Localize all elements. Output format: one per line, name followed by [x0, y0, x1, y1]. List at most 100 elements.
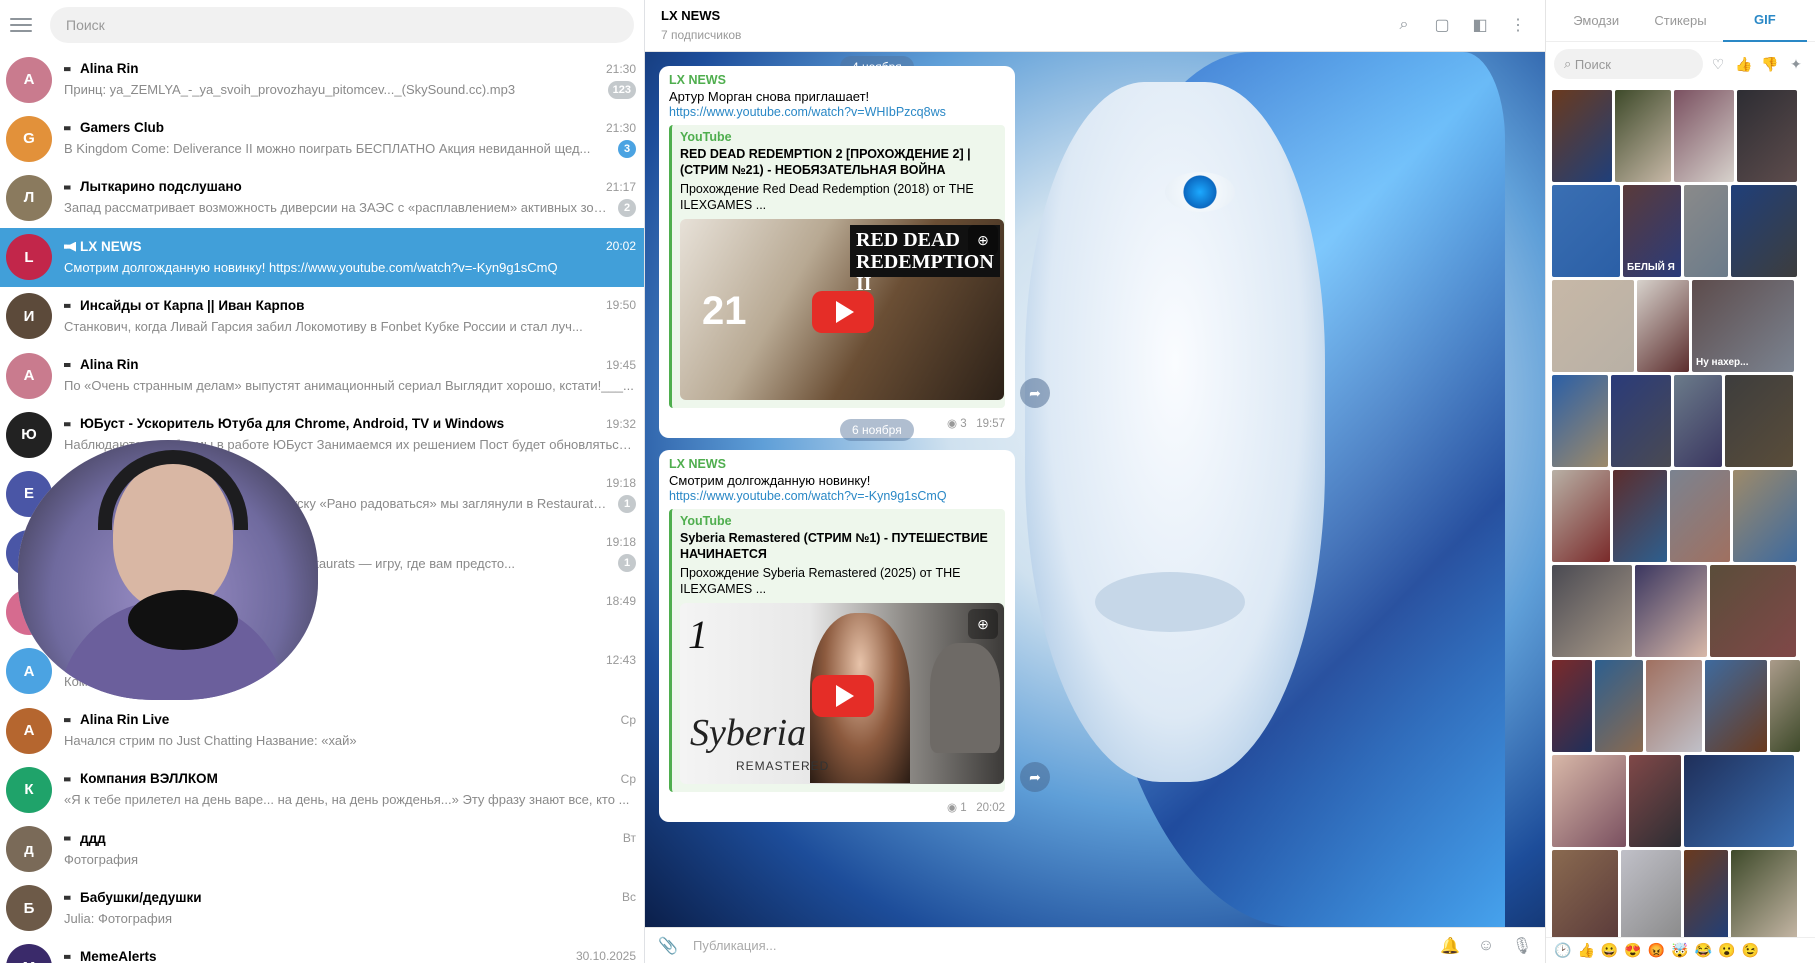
gif-tile[interactable]	[1637, 280, 1689, 372]
play-button[interactable]	[812, 675, 874, 717]
message-input[interactable]: Публикация...	[693, 938, 1425, 953]
message-link[interactable]: https://www.youtube.com/watch?v=-Kyn9g1s…	[669, 489, 1005, 503]
forward-icon[interactable]: ➦	[1020, 378, 1050, 408]
sidebar-toggle-icon[interactable]: ◧	[1469, 14, 1491, 36]
gif-tile[interactable]	[1552, 850, 1618, 942]
chat-item[interactable]: G Gamers Club 21:30 В Kingdom Come: Deliver…	[0, 109, 644, 168]
gif-tile[interactable]	[1552, 755, 1626, 847]
chat-item[interactable]: A Alina Rin Live Ср Начался стрим по Just C…	[0, 701, 644, 760]
chat-item[interactable]: L LX NEWS 20:02 Смотрим долгожданную новинк…	[0, 227, 644, 287]
message-bubble[interactable]: LX NEWS Смотрим долгожданную новинку! ht…	[659, 450, 1015, 822]
search-icon[interactable]: ⌕	[1393, 14, 1415, 36]
unread-badge: 1	[618, 554, 636, 573]
channel-header[interactable]: LX NEWS 7 подписчиков ⌕ ▢ ◧ ⋮	[645, 0, 1545, 52]
microphone-icon[interactable]: 🎙	[1511, 935, 1533, 957]
emoji-category-icon[interactable]: 😂	[1695, 942, 1712, 959]
thumbnail-subtitle: REMASTERED	[736, 759, 830, 773]
gif-tile[interactable]	[1621, 850, 1681, 942]
chat-avatar: A	[6, 352, 52, 399]
emoji-category-icon[interactable]: 😮	[1718, 942, 1735, 959]
attach-icon[interactable]: 📎	[657, 935, 679, 957]
more-icon[interactable]: ⋮	[1507, 14, 1529, 36]
gif-tile[interactable]	[1611, 375, 1671, 467]
gif-tile[interactable]	[1733, 470, 1797, 562]
thumbnail-automaton	[930, 643, 1000, 753]
emoji-category-icon[interactable]: 🕑	[1554, 942, 1571, 959]
emoji-icon[interactable]: ☺	[1475, 935, 1497, 957]
chat-item[interactable]: M MemeAlerts 30.10.2025	[0, 938, 644, 963]
message-link[interactable]: https://www.youtube.com/watch?v=WHIbPzcq…	[669, 105, 1005, 119]
gif-tile[interactable]	[1595, 660, 1643, 752]
tab-stickers[interactable]: Стикеры	[1638, 0, 1722, 42]
chat-search-input[interactable]: Поиск	[50, 7, 634, 43]
gif-tile[interactable]	[1684, 755, 1794, 847]
gif-tile[interactable]	[1613, 470, 1667, 562]
chat-avatar: Б	[6, 885, 52, 932]
chat-avatar: A	[6, 707, 52, 754]
thumbs-up-icon[interactable]: 👍	[1733, 56, 1755, 73]
zoom-icon[interactable]: ⊕	[968, 609, 998, 639]
zoom-icon[interactable]: ⊕	[968, 225, 998, 255]
gif-tile[interactable]	[1552, 470, 1610, 562]
bell-icon[interactable]: 🔔	[1439, 935, 1461, 957]
party-icon[interactable]: ✦	[1785, 56, 1807, 73]
gif-tile[interactable]	[1731, 850, 1797, 942]
gif-tile[interactable]: Ну нахер...	[1692, 280, 1794, 372]
video-thumbnail[interactable]: 1 Syberia REMASTERED ⊕	[680, 603, 1004, 784]
unread-badge: 2	[618, 198, 636, 217]
gif-tile[interactable]	[1552, 185, 1620, 277]
tab-emoji[interactable]: Эмодзи	[1554, 0, 1638, 42]
gif-search-input[interactable]: ⌕ Поиск	[1554, 49, 1703, 79]
chat-item[interactable]: Л Лыткарино подслушано 21:17 Запад рассматр…	[0, 168, 644, 227]
gif-tile[interactable]	[1670, 470, 1730, 562]
gif-tile[interactable]	[1646, 660, 1702, 752]
tab-gif[interactable]: GIF	[1722, 0, 1807, 42]
chat-avatar: A	[6, 56, 52, 103]
chat-preview: Запад рассматривает возможность диверсии…	[64, 200, 610, 216]
gif-tile[interactable]	[1674, 375, 1722, 467]
gif-tile[interactable]	[1552, 565, 1632, 657]
gif-tile[interactable]	[1710, 565, 1796, 657]
gif-tile[interactable]	[1552, 90, 1612, 182]
gif-tile[interactable]	[1674, 90, 1734, 182]
chat-item[interactable]: д ддд Вт Фотография	[0, 819, 644, 878]
heart-icon[interactable]: ♡	[1707, 56, 1729, 73]
chat-item[interactable]: И Инсайды от Карпа || Иван Карпов 19:50 Ста…	[0, 287, 644, 346]
emoji-category-icon[interactable]: 😉	[1742, 942, 1759, 959]
preview-title: Syberia Remastered (СТРИМ №1) - ПУТЕШЕСТ…	[680, 531, 988, 562]
gif-tile[interactable]	[1552, 280, 1634, 372]
gif-tile[interactable]	[1725, 375, 1793, 467]
discussion-icon[interactable]: ▢	[1431, 14, 1453, 36]
gif-tile[interactable]	[1684, 850, 1728, 942]
gif-tile[interactable]	[1705, 660, 1767, 752]
link-preview[interactable]: YouTube Syberia Remastered (СТРИМ №1) - …	[669, 509, 1005, 792]
gif-tile[interactable]	[1552, 660, 1592, 752]
channel-icon	[64, 774, 76, 785]
gif-tile[interactable]	[1770, 660, 1800, 752]
emoji-category-icon[interactable]: 🤯	[1671, 942, 1688, 959]
chat-item[interactable]: Б Бабушки/дедушки Вс Julia: Фотография	[0, 879, 644, 938]
link-preview[interactable]: YouTube RED DEAD REDEMPTION 2 [ПРОХОЖДЕН…	[669, 125, 1005, 408]
thumbs-down-icon[interactable]: 👎	[1759, 56, 1781, 73]
gif-tile[interactable]	[1635, 565, 1707, 657]
emoji-category-icon[interactable]: 😍	[1624, 942, 1641, 959]
gif-tile[interactable]	[1731, 185, 1797, 277]
menu-icon[interactable]	[10, 14, 32, 36]
gif-tile[interactable]	[1552, 375, 1608, 467]
gif-tile[interactable]: БЕЛЫЙ Я	[1623, 185, 1681, 277]
chat-item[interactable]: A Alina Rin 19:45 По «Очень странным делам»…	[0, 346, 644, 405]
gif-tile[interactable]	[1684, 185, 1728, 277]
chat-item[interactable]: A Alina Rin 21:30 Принц: ya_ZEMLYA_-_ya_svo…	[0, 50, 644, 109]
emoji-category-icon[interactable]: 😀	[1601, 942, 1618, 959]
emoji-category-icon[interactable]: 😡	[1648, 942, 1665, 959]
message-bubble[interactable]: LX NEWS Артур Морган снова приглашает! h…	[659, 66, 1015, 438]
play-button[interactable]	[812, 291, 874, 333]
emoji-category-icon[interactable]: 👍	[1577, 942, 1594, 959]
video-thumbnail[interactable]: RED DEAD REDEMPTION II 21 ⊕	[680, 219, 1004, 400]
forward-icon[interactable]: ➦	[1020, 762, 1050, 792]
gif-tile[interactable]	[1615, 90, 1671, 182]
gif-tile[interactable]	[1629, 755, 1681, 847]
chat-name: ддд	[64, 831, 615, 846]
gif-tile[interactable]	[1737, 90, 1797, 182]
chat-item[interactable]: К Компания ВЭЛЛКОМ Ср «Я к тебе прилетел на…	[0, 760, 644, 819]
